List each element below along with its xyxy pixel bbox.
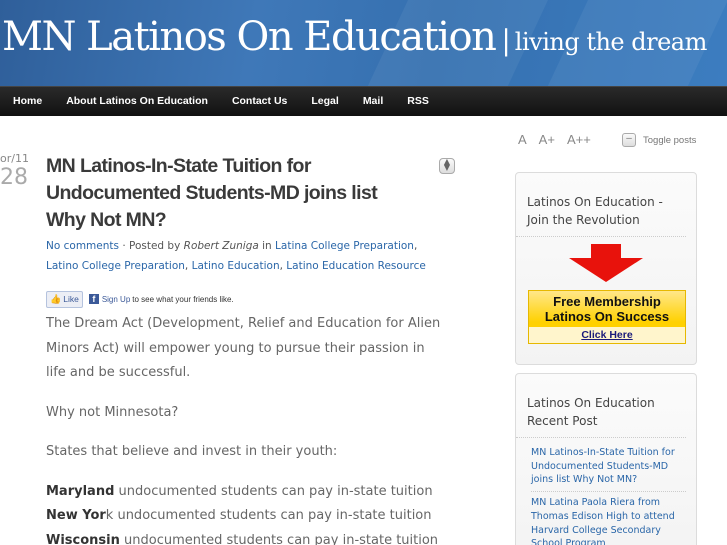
facebook-icon: f bbox=[88, 294, 99, 304]
promo-line: Latinos On Success bbox=[544, 309, 670, 324]
state-item: Wisconsin undocumented students can pay … bbox=[46, 529, 446, 545]
meta-posted-by: · Posted by bbox=[118, 240, 184, 252]
post-author: Robert Zuniga bbox=[183, 240, 259, 252]
category-link[interactable]: Latina College Preparation bbox=[275, 240, 414, 252]
thumbs-up-icon: 👍 bbox=[50, 293, 62, 304]
facebook-like-button[interactable]: 👍 Like bbox=[46, 290, 83, 308]
font-size-normal[interactable]: A bbox=[518, 132, 527, 147]
post-toggle-button[interactable]: ▲ ▼ bbox=[439, 158, 455, 174]
facebook-like-bar: 👍 Like f Sign Up to see what your friends… bbox=[46, 290, 456, 308]
post-date-month: or/11 bbox=[0, 152, 29, 165]
state-item: New York undocumented students can pay i… bbox=[46, 504, 446, 529]
comments-link[interactable]: No comments bbox=[46, 240, 119, 252]
state-name: New Yor bbox=[46, 508, 106, 523]
category-link[interactable]: Latino Education Resource bbox=[286, 260, 426, 272]
post-content: The Dream Act (Development, Relief and E… bbox=[46, 312, 446, 545]
post: MN Latinos-In-State Tuition for Undocume… bbox=[46, 153, 456, 545]
state-name: Wisconsin bbox=[46, 532, 120, 545]
state-item: Maryland undocumented students can pay i… bbox=[46, 480, 446, 505]
nav-contact[interactable]: Contact Us bbox=[220, 87, 299, 116]
state-detail: undocumented students can pay in-state t… bbox=[119, 532, 439, 545]
post-paragraph: The Dream Act (Development, Relief and E… bbox=[46, 316, 441, 380]
state-detail: k undocumented students can pay in-state… bbox=[105, 508, 432, 523]
join-widget: Latinos On Education - Join the Revoluti… bbox=[515, 172, 697, 365]
facebook-signup-link[interactable]: Sign Up bbox=[102, 295, 130, 304]
promo-line: Free Membership bbox=[553, 294, 661, 309]
widget-title: Latinos On Education Recent Post bbox=[516, 374, 686, 438]
post-meta: No comments · Posted by Robert Zuniga in… bbox=[46, 240, 426, 272]
recent-post-link[interactable]: MN Latina Paola Riera from Thomas Edison… bbox=[531, 492, 686, 545]
post-paragraph: States that believe and invest in their … bbox=[46, 444, 338, 459]
nav-about[interactable]: About Latinos On Education bbox=[54, 87, 220, 116]
nav-rss[interactable]: RSS bbox=[395, 87, 441, 116]
main-navigation: Home About Latinos On Education Contact … bbox=[0, 86, 727, 116]
click-here-link[interactable]: Click Here bbox=[529, 327, 685, 343]
state-name: Maryland bbox=[46, 483, 115, 499]
recent-posts-widget: Latinos On Education Recent Post MN Lati… bbox=[515, 373, 697, 545]
recent-posts-list: MN Latinos-In-State Tuition for Undocume… bbox=[516, 438, 696, 545]
title-separator: | bbox=[501, 24, 511, 57]
font-size-controls: A A+ A++ bbox=[518, 132, 591, 147]
category-link[interactable]: Latino College Preparation bbox=[46, 260, 185, 272]
site-title[interactable]: MN Latinos On Education | living the dream bbox=[2, 14, 707, 60]
nav-mail[interactable]: Mail bbox=[351, 87, 395, 116]
font-size-larger[interactable]: A++ bbox=[567, 132, 591, 147]
site-header: MN Latinos On Education | living the dream bbox=[0, 0, 727, 86]
widget-title: Latinos On Education - Join the Revoluti… bbox=[516, 173, 686, 237]
toggle-posts-icon[interactable]: – bbox=[622, 133, 636, 147]
font-size-large[interactable]: A+ bbox=[539, 132, 555, 147]
post-date: or/11 28 bbox=[0, 152, 29, 191]
toggle-posts-control[interactable]: – Toggle posts bbox=[622, 133, 696, 147]
nav-home[interactable]: Home bbox=[0, 87, 54, 116]
category-link[interactable]: Latino Education bbox=[192, 260, 280, 272]
post-title-line[interactable]: Why Not MN? bbox=[46, 209, 167, 231]
post-paragraph: Why not Minnesota? bbox=[46, 404, 179, 420]
post-title[interactable]: MN Latinos-In-State Tuition for Undocume… bbox=[46, 153, 406, 234]
state-detail: undocumented students can pay in-state t… bbox=[114, 483, 433, 499]
recent-post-link[interactable]: MN Latinos-In-State Tuition for Undocume… bbox=[531, 442, 686, 493]
toggle-posts-label[interactable]: Toggle posts bbox=[643, 135, 696, 146]
facebook-like-label: Like bbox=[63, 294, 79, 304]
arrow-down-icon bbox=[569, 244, 643, 282]
states-list: Maryland undocumented students can pay i… bbox=[46, 480, 446, 545]
site-title-text[interactable]: MN Latinos On Education bbox=[2, 14, 497, 60]
membership-banner[interactable]: Free Membership Latinos On Success Click… bbox=[528, 290, 686, 344]
post-title-line[interactable]: Undocumented Students-MD joins list bbox=[46, 182, 378, 204]
nav-legal[interactable]: Legal bbox=[299, 87, 350, 116]
facebook-signup-text: to see what your friends like. bbox=[132, 294, 234, 304]
post-title-line[interactable]: MN Latinos-In-State Tuition for bbox=[46, 155, 311, 177]
post-date-day: 28 bbox=[0, 165, 28, 190]
site-tagline: living the dream bbox=[514, 28, 708, 56]
meta-in: in bbox=[258, 240, 276, 252]
